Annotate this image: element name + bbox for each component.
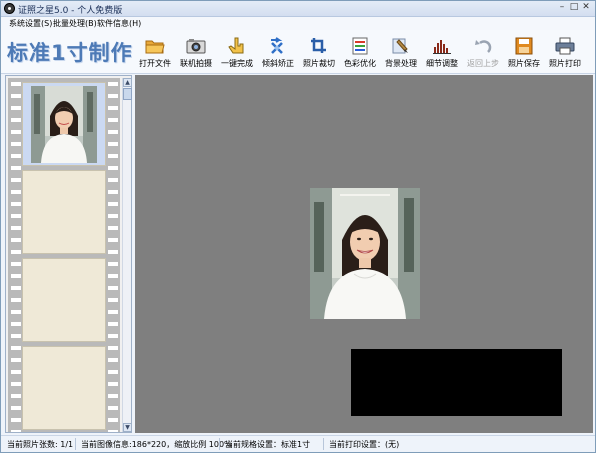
menu-system-settings[interactable]: 系统设置(S): [9, 18, 52, 29]
maximize-button[interactable]: □: [568, 2, 580, 14]
photo-list-panel: ▲ ▼: [5, 75, 132, 433]
window-title: 证照之星5.0 - 个人免费版: [18, 6, 123, 16]
one-click-complete-button[interactable]: 一键完成: [215, 36, 259, 72]
color-optimize-button[interactable]: 色彩优化: [338, 36, 382, 72]
undo-icon: [475, 40, 492, 53]
photo-crop-label: 照片裁切: [303, 59, 335, 68]
status-spec: 当前规格设置：标准1寸: [225, 440, 311, 449]
app-logo-icon: [4, 3, 15, 14]
menu-software-info[interactable]: 软件信息(H): [97, 18, 141, 29]
camera-icon: [186, 39, 206, 54]
print-photo-label: 照片打印: [549, 59, 581, 68]
photo-thumbnail: [31, 86, 97, 163]
tethered-capture-button[interactable]: 联机拍摄: [174, 36, 218, 72]
save-photo-button[interactable]: 照片保存: [502, 36, 546, 72]
status-photo-count: 当前照片张数: 1/1: [7, 440, 74, 449]
close-button[interactable]: ✕: [580, 2, 592, 14]
floppy-disk-icon: [515, 37, 533, 55]
one-click-complete-label: 一键完成: [221, 59, 253, 68]
minimize-button[interactable]: –: [556, 2, 568, 14]
folder-icon: [145, 40, 165, 54]
open-file-label: 打开文件: [139, 59, 171, 68]
film-perforations-right: [108, 78, 118, 432]
status-bar: 当前照片张数: 1/1 当前图像信息:186*220，缩放比例 100% 当前规…: [1, 435, 595, 452]
open-file-button[interactable]: 打开文件: [133, 36, 177, 72]
scroll-up-arrow-icon[interactable]: ▲: [123, 78, 132, 87]
toolbar: 标准1寸制作 打开文件 联机拍摄 一键完成 倾斜矫正 照片裁切 色彩优化 背景处…: [1, 30, 595, 74]
status-separator: [219, 438, 220, 450]
film-strip: [8, 78, 120, 432]
scrollbar-thumb[interactable]: [123, 88, 132, 100]
color-bars-icon: [352, 37, 368, 55]
preview-area: [351, 349, 562, 416]
film-frame-empty[interactable]: [22, 258, 106, 342]
film-frame-empty[interactable]: [22, 170, 106, 254]
brush-icon: [392, 38, 408, 54]
main-photo[interactable]: [310, 188, 420, 319]
menu-bar: 系统设置(S) 批量处理(B) 软件信息(H): [1, 17, 595, 30]
crop-icon: [311, 38, 326, 53]
status-image-info: 当前图像信息:186*220，缩放比例 100%: [81, 440, 232, 449]
mode-title-logo: 标准1寸制作: [7, 41, 133, 65]
menu-batch-processing[interactable]: 批量处理(B): [53, 18, 97, 29]
status-print: 当前打印设置：(无): [329, 440, 400, 449]
background-processing-label: 背景处理: [385, 59, 417, 68]
background-processing-button[interactable]: 背景处理: [379, 36, 423, 72]
scroll-down-arrow-icon[interactable]: ▼: [123, 423, 132, 432]
rotate-arrows-icon: [271, 37, 283, 54]
detail-adjust-button[interactable]: 细节调整: [420, 36, 464, 72]
histogram-icon: [433, 40, 451, 54]
tilt-correction-label: 倾斜矫正: [262, 59, 294, 68]
app-window: 证照之星5.0 - 个人免费版 – □ ✕ 系统设置(S) 批量处理(B) 软件…: [0, 0, 596, 453]
save-photo-label: 照片保存: [508, 59, 540, 68]
film-frame-empty[interactable]: [22, 346, 106, 430]
undo-label: 返回上步: [467, 59, 499, 68]
hand-pointer-icon: [228, 37, 244, 54]
tethered-capture-label: 联机拍摄: [180, 59, 212, 68]
status-separator: [75, 438, 76, 450]
image-canvas[interactable]: [135, 75, 593, 433]
print-photo-button[interactable]: 照片打印: [543, 36, 587, 72]
detail-adjust-label: 细节调整: [426, 59, 458, 68]
film-perforations-left: [11, 78, 21, 432]
undo-button[interactable]: 返回上步: [461, 36, 505, 72]
photo-crop-button[interactable]: 照片裁切: [297, 36, 341, 72]
color-optimize-label: 色彩优化: [344, 59, 376, 68]
tilt-correction-button[interactable]: 倾斜矫正: [256, 36, 300, 72]
title-bar: 证照之星5.0 - 个人免费版 – □ ✕: [1, 1, 595, 17]
printer-icon: [555, 37, 575, 55]
status-separator: [323, 438, 324, 450]
photo-list-scrollbar[interactable]: ▲ ▼: [122, 78, 132, 432]
film-frame-selected[interactable]: [22, 82, 106, 166]
